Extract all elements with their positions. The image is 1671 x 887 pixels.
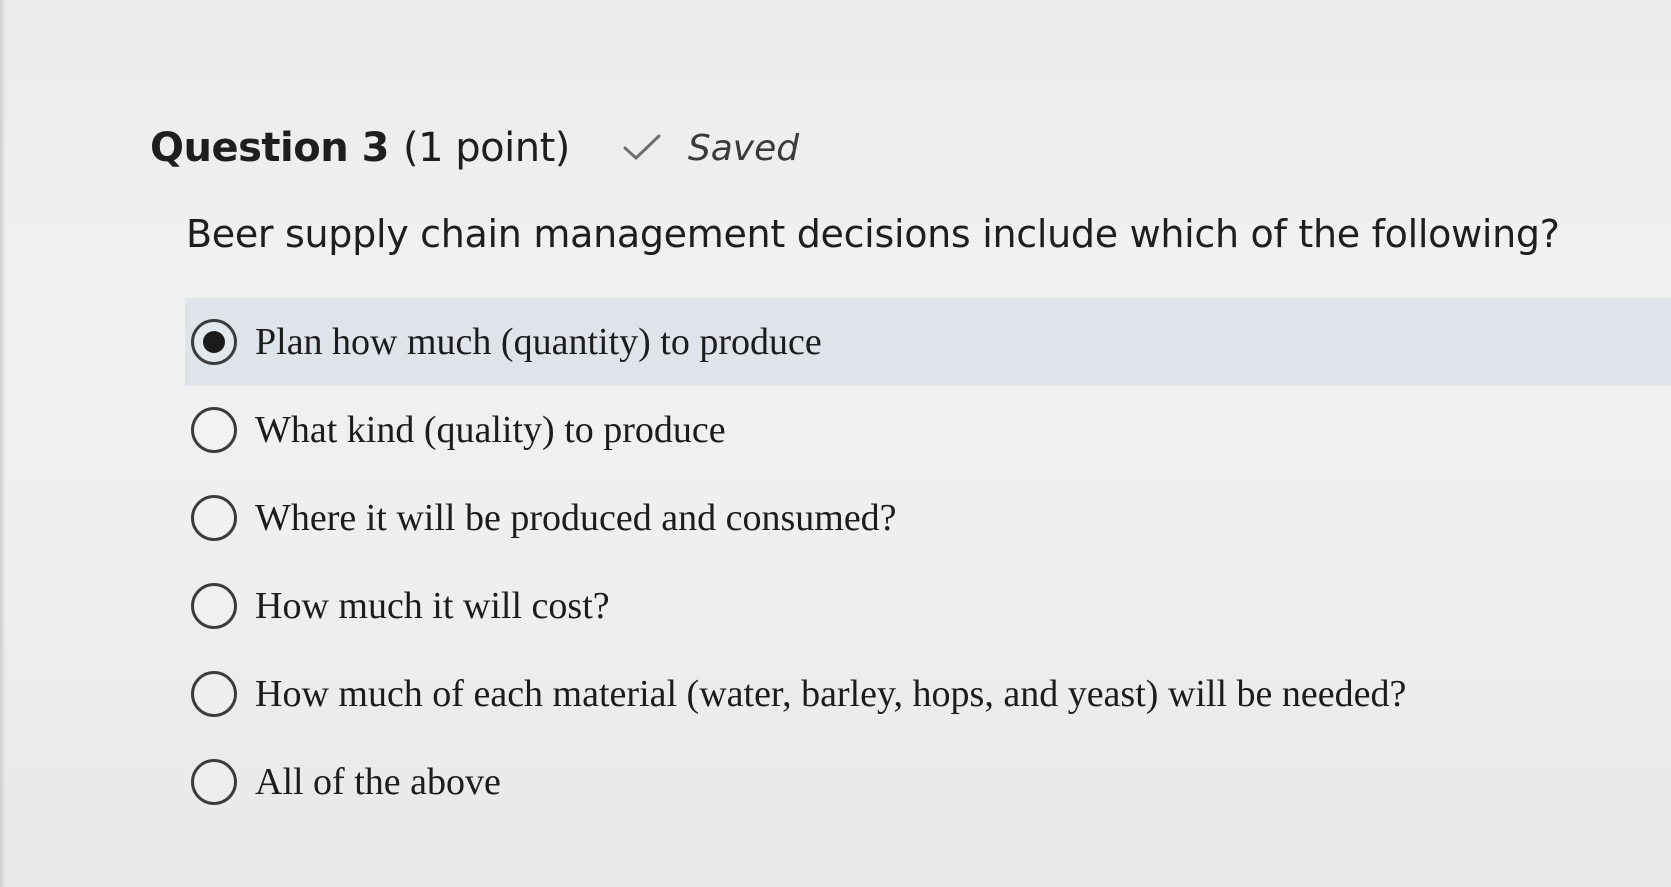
answer-option[interactable]: Where it will be produced and consumed? xyxy=(185,474,1671,562)
radio-button[interactable] xyxy=(191,671,237,717)
answer-option-label: Where it will be produced and consumed? xyxy=(255,497,897,539)
question-title: Question 3 xyxy=(150,125,389,171)
radio-button[interactable] xyxy=(191,407,237,453)
check-icon xyxy=(622,133,662,163)
saved-status-text: Saved xyxy=(687,127,800,169)
answer-option-label: How much of each material (water, barley… xyxy=(255,673,1407,715)
question-header: Question 3 (1 point) Saved xyxy=(150,118,799,178)
radio-button[interactable] xyxy=(191,759,237,805)
answer-options: Plan how much (quantity) to produce What… xyxy=(185,298,1671,826)
answer-option[interactable]: Plan how much (quantity) to produce xyxy=(185,298,1671,386)
radio-button[interactable] xyxy=(191,319,237,365)
answer-option-label: Plan how much (quantity) to produce xyxy=(255,321,822,363)
radio-button[interactable] xyxy=(191,495,237,541)
question-points: (1 point) xyxy=(402,125,570,171)
answer-option-label: How much it will cost? xyxy=(255,585,610,627)
page-edge-shadow xyxy=(0,0,6,887)
question-prompt: Beer supply chain management decisions i… xyxy=(186,212,1560,256)
saved-status: Saved xyxy=(622,128,799,169)
answer-option-label: All of the above xyxy=(255,761,501,803)
answer-option[interactable]: How much it will cost? xyxy=(185,562,1671,650)
answer-option[interactable]: What kind (quality) to produce xyxy=(185,386,1671,474)
radio-button[interactable] xyxy=(191,583,237,629)
answer-option[interactable]: All of the above xyxy=(185,738,1671,826)
answer-option-label: What kind (quality) to produce xyxy=(255,409,726,451)
answer-option[interactable]: How much of each material (water, barley… xyxy=(185,650,1671,738)
radio-selected-dot xyxy=(203,331,225,353)
